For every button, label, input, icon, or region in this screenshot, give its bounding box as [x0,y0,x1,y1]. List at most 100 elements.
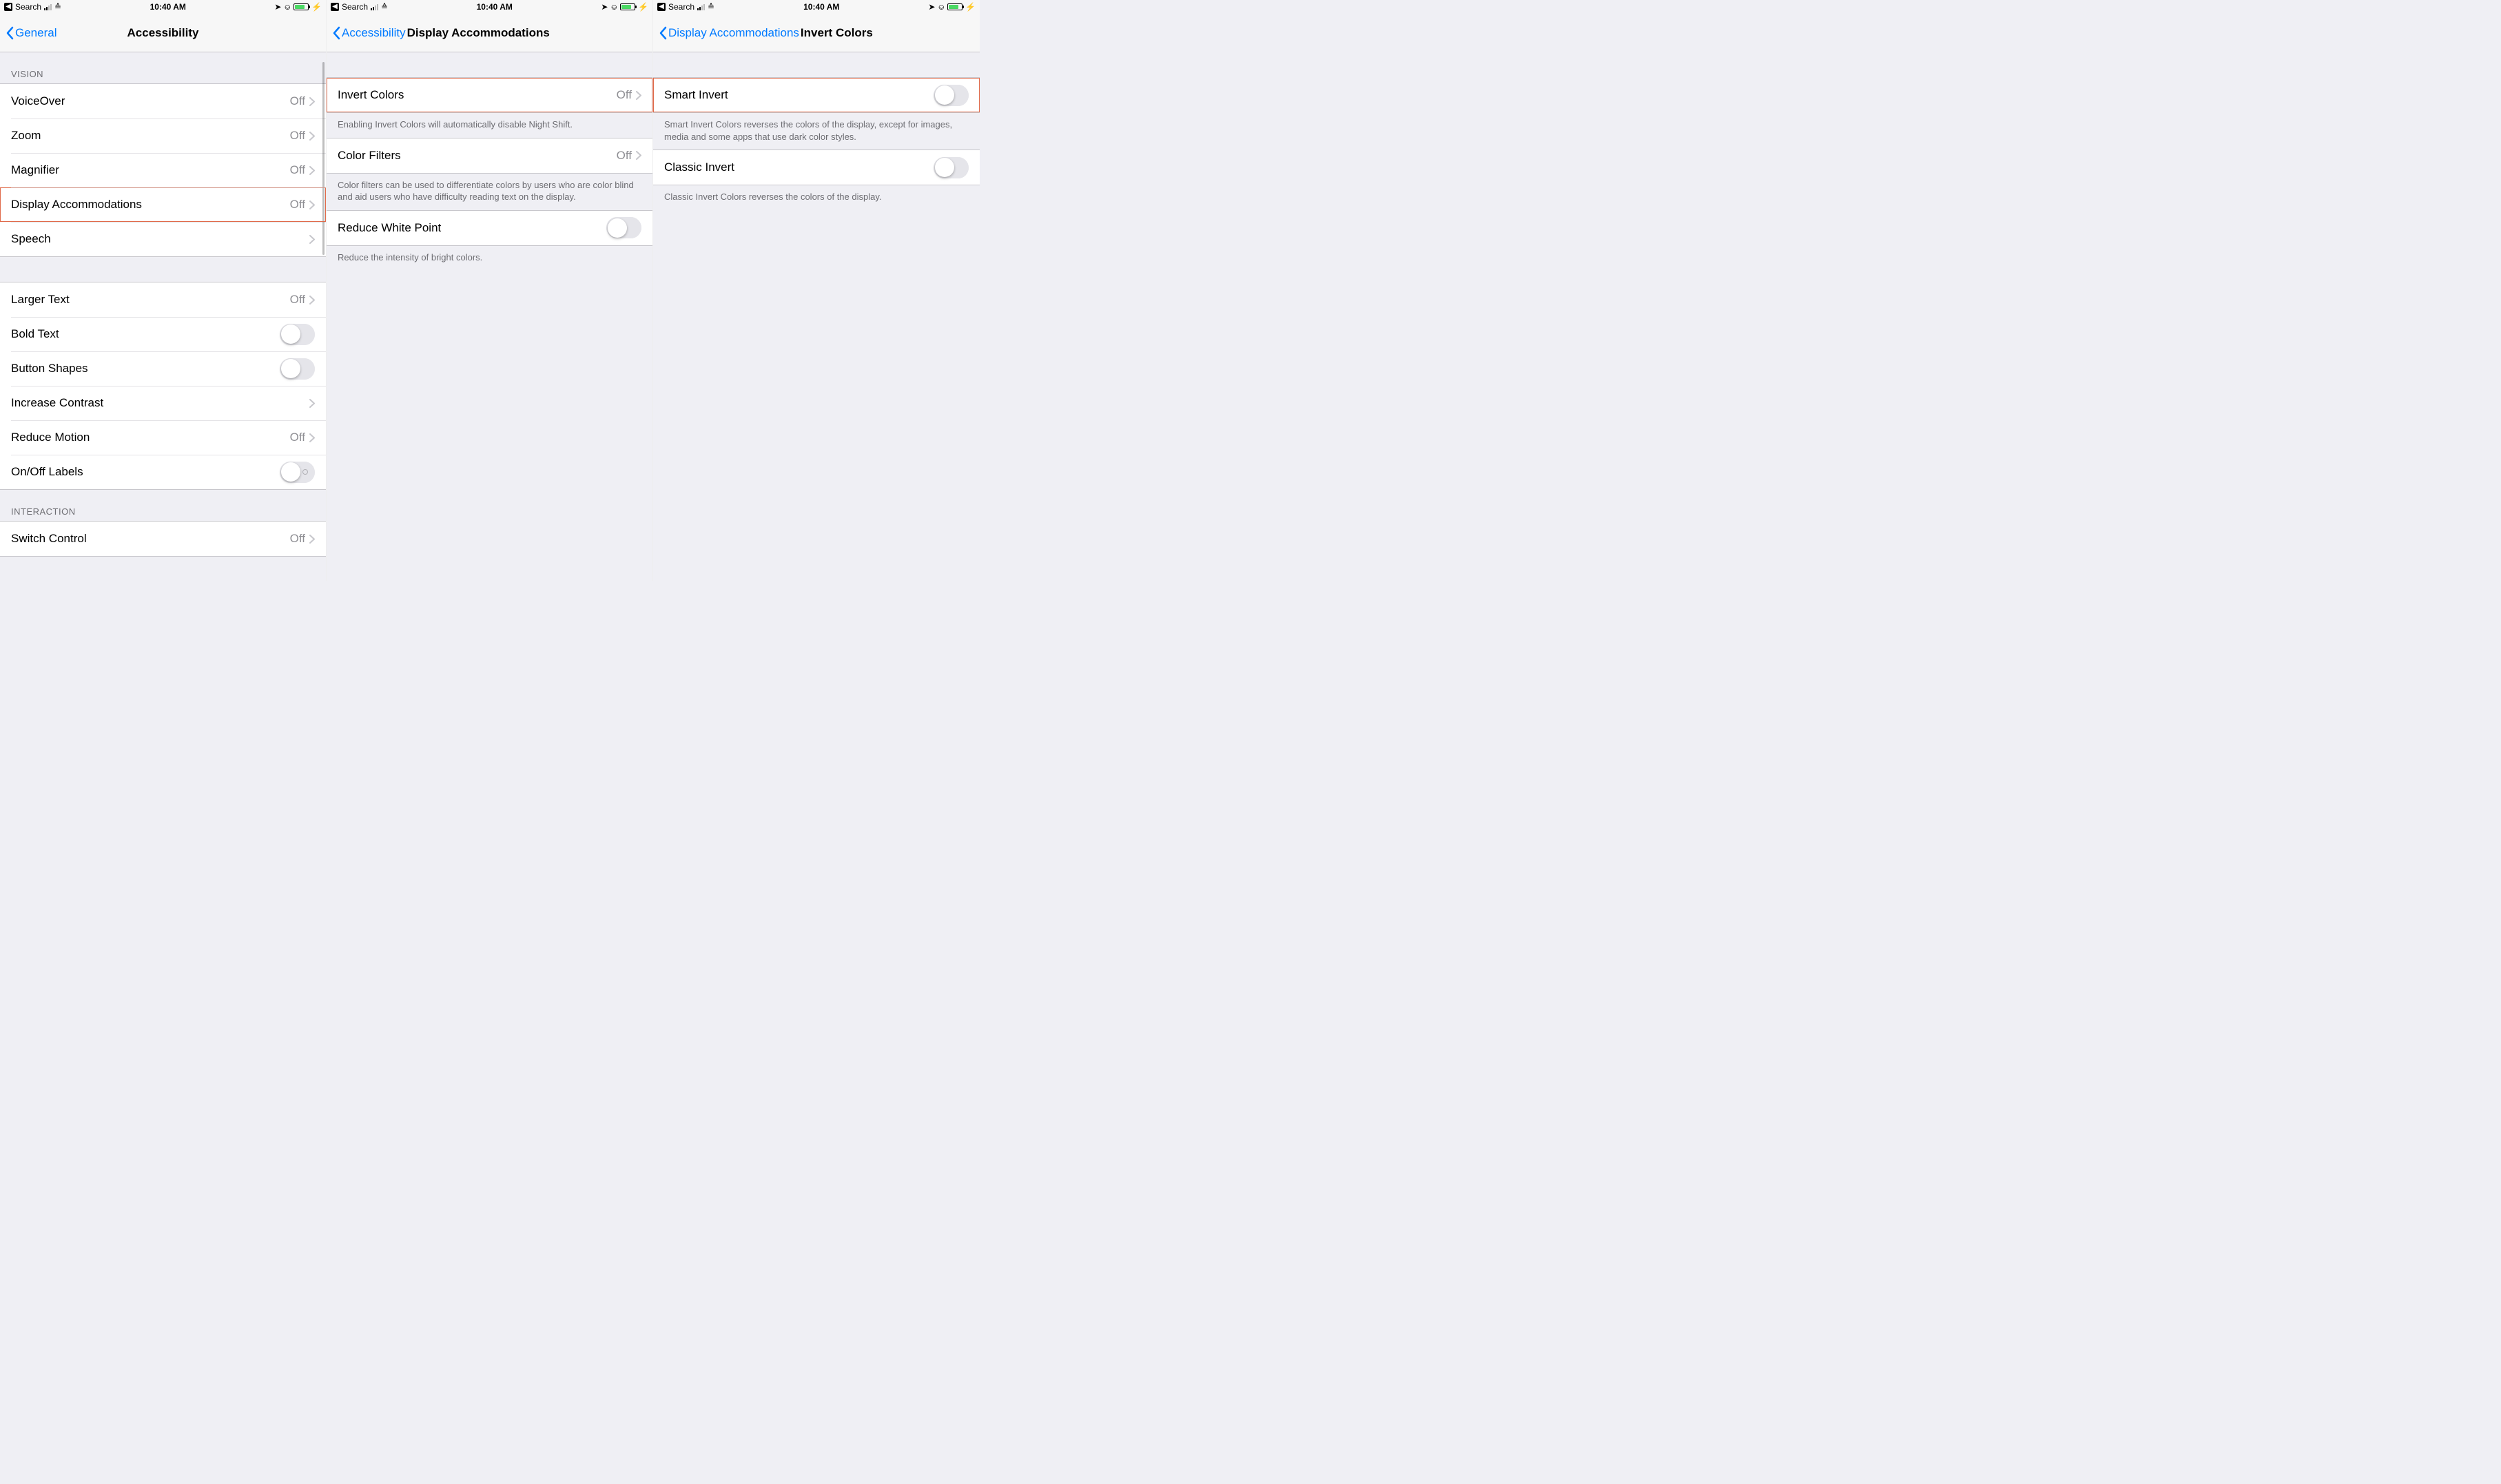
chevron-right-icon [309,166,315,175]
battery-icon [294,3,309,10]
back-to-app-icon[interactable]: ◀ [657,3,666,11]
row-label: Classic Invert [664,161,934,174]
page-title: Invert Colors [801,26,873,40]
row-label: Color Filters [338,149,617,163]
row-magnifier[interactable]: Magnifier Off [0,153,326,187]
row-value: Off [290,198,305,212]
charging-icon: ⚡ [311,2,322,12]
row-reduce-motion[interactable]: Reduce Motion Off [0,420,326,455]
nav-bar: Accessibility Display Accommodations [327,14,652,52]
toggle-classic-invert[interactable] [934,157,969,178]
content-scroll[interactable]: VISION VoiceOver Off Zoom Off Magnifier … [0,52,326,581]
headphones-icon: ⎉ [610,2,617,12]
chevron-left-icon [6,26,14,40]
cell-signal-icon [371,3,378,10]
row-invert-colors[interactable]: Invert Colors Off [327,78,652,112]
row-label: Zoom [11,129,290,143]
row-smart-invert[interactable]: Smart Invert [653,78,980,112]
row-label: Magnifier [11,163,290,177]
status-time: 10:40 AM [803,2,839,12]
row-label: Switch Control [11,532,290,546]
chevron-right-icon [309,132,315,141]
footer-invert: Enabling Invert Colors will automaticall… [327,113,652,138]
status-time: 10:40 AM [477,2,513,12]
location-icon: ➤ [274,2,281,12]
status-bar: ◀ Search ≙ 10:40 AM ➤ ⎉ ⚡ [327,0,652,14]
chevron-left-icon [332,26,340,40]
back-to-app-label[interactable]: Search [668,2,694,12]
row-value: Off [290,431,305,444]
section-header-interaction: INTERACTION [0,490,326,521]
row-on-off-labels[interactable]: On/Off Labels [0,455,326,489]
status-bar: ◀ Search ≙ 10:40 AM ➤ ⎉ ⚡ [0,0,326,14]
back-button[interactable]: Accessibility [332,26,406,40]
location-icon: ➤ [928,2,935,12]
wifi-icon: ≙ [381,2,388,12]
nav-bar: Display Accommodations Invert Colors [653,14,980,52]
row-button-shapes[interactable]: Button Shapes [0,351,326,386]
row-speech[interactable]: Speech [0,222,326,256]
cell-signal-icon [44,3,52,10]
row-display-accommodations[interactable]: Display Accommodations Off [0,187,326,222]
chevron-right-icon [309,535,315,544]
back-to-app-icon[interactable]: ◀ [4,3,12,11]
row-color-filters[interactable]: Color Filters Off [327,138,652,173]
row-value: Off [290,94,305,108]
back-button[interactable]: Display Accommodations [659,26,799,40]
toggle-reduce-white-point[interactable] [606,217,641,238]
row-label: Smart Invert [664,88,934,102]
back-label: General [15,26,56,40]
chevron-right-icon [309,296,315,305]
screen-accessibility: ◀ Search ≙ 10:40 AM ➤ ⎉ ⚡ General Access… [0,0,327,581]
battery-icon [620,3,635,10]
location-icon: ➤ [601,2,608,12]
chevron-left-icon [659,26,667,40]
row-label: On/Off Labels [11,465,280,479]
footer-white-point: Reduce the intensity of bright colors. [327,246,652,271]
row-label: Speech [11,232,309,246]
row-bold-text[interactable]: Bold Text [0,317,326,351]
back-button[interactable]: General [6,26,56,40]
status-bar: ◀ Search ≙ 10:40 AM ➤ ⎉ ⚡ [653,0,980,14]
row-voiceover[interactable]: VoiceOver Off [0,84,326,118]
row-larger-text[interactable]: Larger Text Off [0,282,326,317]
footer-classic-invert: Classic Invert Colors reverses the color… [653,185,980,210]
wifi-icon: ≙ [54,2,61,12]
row-reduce-white-point[interactable]: Reduce White Point [327,211,652,245]
row-value: Off [617,149,632,163]
back-to-app-label[interactable]: Search [15,2,41,12]
wifi-icon: ≙ [708,2,714,12]
headphones-icon: ⎉ [284,2,291,12]
scroll-indicator [322,62,325,255]
row-zoom[interactable]: Zoom Off [0,118,326,153]
row-value: Off [290,163,305,177]
row-switch-control[interactable]: Switch Control Off [0,522,326,556]
toggle-button-shapes[interactable] [280,358,315,380]
screen-display-accommodations: ◀ Search ≙ 10:40 AM ➤ ⎉ ⚡ Accessibility … [327,0,653,581]
row-value: Off [290,293,305,307]
charging-icon: ⚡ [965,2,976,12]
back-to-app-icon[interactable]: ◀ [331,3,339,11]
back-label: Accessibility [342,26,406,40]
row-value: Off [617,88,632,102]
chevron-right-icon [636,151,641,160]
row-label: Invert Colors [338,88,617,102]
row-label: Button Shapes [11,362,280,375]
toggle-smart-invert[interactable] [934,85,969,106]
back-to-app-label[interactable]: Search [342,2,368,12]
content-scroll[interactable]: Invert Colors Off Enabling Invert Colors… [327,52,652,581]
back-label: Display Accommodations [668,26,799,40]
status-time: 10:40 AM [150,2,186,12]
row-label: Reduce White Point [338,221,606,235]
row-classic-invert[interactable]: Classic Invert [653,150,980,185]
row-increase-contrast[interactable]: Increase Contrast [0,386,326,420]
nav-bar: General Accessibility [0,14,326,52]
chevron-right-icon [309,433,315,442]
chevron-right-icon [309,97,315,106]
toggle-bold-text[interactable] [280,324,315,345]
content-scroll[interactable]: Smart Invert Smart Invert Colors reverse… [653,52,980,581]
toggle-on-off-labels[interactable] [280,462,315,483]
row-value: Off [290,532,305,546]
footer-smart-invert: Smart Invert Colors reverses the colors … [653,113,980,150]
row-label: VoiceOver [11,94,290,108]
